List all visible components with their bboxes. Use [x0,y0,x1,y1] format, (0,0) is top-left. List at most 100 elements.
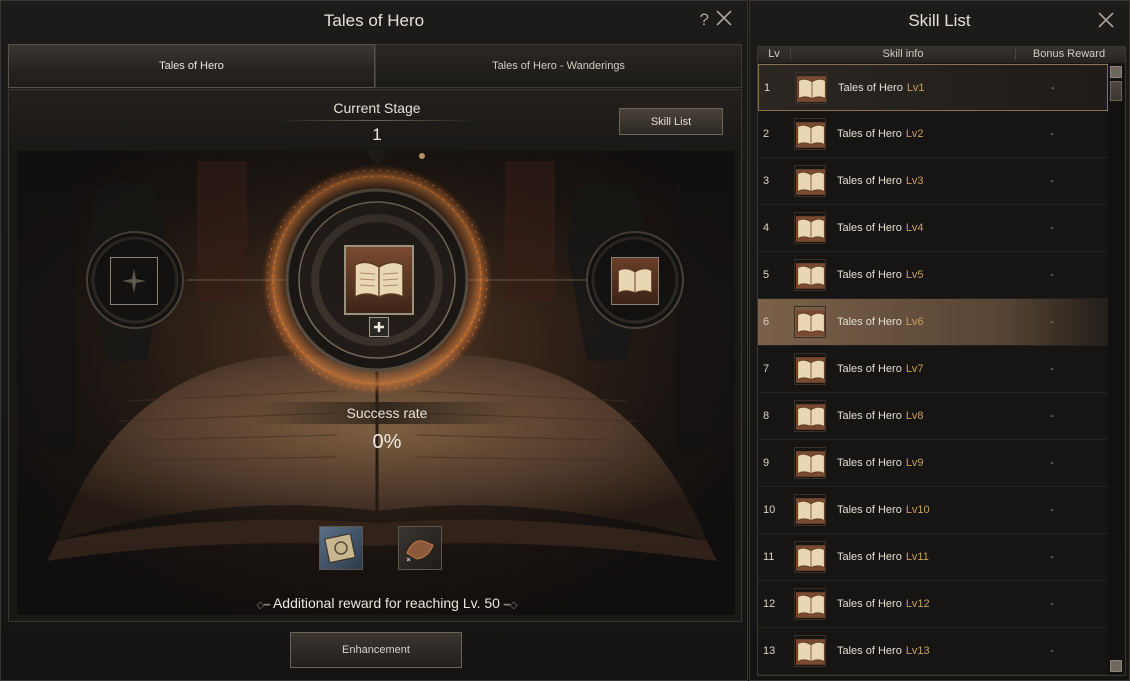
row-skill-name: Tales of Hero Lv3 [837,175,924,187]
tab-bar: Tales of Hero Tales of Hero - Wanderings [8,44,742,88]
help-icon[interactable]: ? [700,10,709,30]
skill-row[interactable]: 10 Tales of Hero Lv10 - [758,487,1108,534]
open-book-icon [794,118,826,150]
skill-row[interactable]: 6 Tales of Hero Lv6 - [758,299,1108,346]
row-level: 10 [763,504,776,516]
row-bonus-reward: - [1050,175,1054,187]
material-slot-1[interactable] [319,526,363,570]
skill-name: Tales of Hero [837,316,902,328]
open-book-icon [794,353,826,385]
skill-name: Tales of Hero [837,504,902,516]
open-book-icon [794,212,826,244]
skill-level-tag: Lv4 [905,222,924,234]
open-book-icon [794,588,826,620]
row-skill-name: Tales of Hero Lv4 [837,222,924,234]
open-book-icon [794,400,826,432]
skill-level-tag: Lv11 [905,551,929,563]
skill-row[interactable]: 11 Tales of Hero Lv11 - [758,534,1108,581]
current-stage-label: Current Stage [333,100,421,116]
skill-level-tag: Lv5 [905,269,924,281]
skill-row[interactable]: 5 Tales of Hero Lv5 - [758,252,1108,299]
additional-reward-label: Additional reward for reaching Lv. 50 [272,595,500,611]
row-skill-name: Tales of Hero Lv10 [837,504,930,516]
scrollbar[interactable] [1108,64,1124,674]
compass-star-icon [122,269,146,293]
row-bonus-reward: - [1050,598,1054,610]
plus-icon [374,322,384,332]
skill-level-tag: Lv7 [905,363,924,375]
row-bonus-reward: - [1050,128,1054,140]
row-bonus-reward: - [1050,410,1054,422]
previous-stage-slot[interactable] [110,257,158,305]
row-bonus-reward: - [1050,645,1054,657]
row-skill-name: Tales of Hero Lv8 [837,410,924,422]
enhancement-stone-icon [406,540,434,562]
title-bar: Tales of Hero [1,1,747,41]
add-material-button[interactable] [369,317,389,337]
row-bonus-reward: - [1050,551,1054,563]
skill-row[interactable]: 12 Tales of Hero Lv12 - [758,581,1108,628]
enhancement-panel: Current Stage 1 Skill List Success rate … [8,89,742,622]
row-skill-name: Tales of Hero Lv5 [837,269,924,281]
skill-row[interactable]: 2 Tales of Hero Lv2 - [758,111,1108,158]
skill-name: Tales of Hero [837,363,902,375]
skill-row[interactable]: 9 Tales of Hero Lv9 - [758,440,1108,487]
skill-level-tag: Lv2 [905,128,924,140]
open-book-icon [794,165,826,197]
enhancement-button[interactable]: Enhancement [290,632,462,668]
row-bonus-reward: - [1050,504,1054,516]
row-bonus-reward: - [1050,363,1054,375]
skill-level-tag: Lv13 [905,645,930,657]
window-title: Tales of Hero [323,11,425,30]
tab-label: Tales of Hero [159,60,224,72]
book-scene: Success rate 0% ◇━ Additional reward for… [17,151,735,615]
scroll-thumb[interactable] [1110,81,1122,101]
material-slot-2[interactable] [398,526,442,570]
open-book-icon [795,72,827,104]
row-level: 13 [763,645,776,657]
skill-row[interactable]: 4 Tales of Hero Lv4 - [758,205,1108,252]
tales-of-hero-window: Tales of Hero ? Tales of Hero Tales of H… [0,0,748,681]
open-book-icon [794,635,826,667]
open-book-icon [794,494,826,526]
skill-name: Tales of Hero [837,269,902,281]
next-stage-slot[interactable] [611,257,659,305]
success-rate-value: 0% [372,431,402,453]
diamond-ornament-icon: ━◇ [503,600,518,611]
close-icon[interactable] [1095,9,1117,31]
skill-rows: 1 Tales of Hero Lv1-2 Tales of Hero Lv2-3 Tal… [758,64,1108,675]
skill-row[interactable]: 3 Tales of Hero Lv3 - [758,158,1108,205]
row-skill-name: Tales of Hero Lv13 [837,645,930,657]
tab-tales-of-hero-wanderings[interactable]: Tales of Hero - Wanderings [375,44,742,88]
row-level: 12 [763,598,776,610]
row-level: 4 [763,222,770,234]
close-icon[interactable] [713,7,735,29]
skill-name: Tales of Hero [837,598,902,610]
skill-row[interactable]: 8 Tales of Hero Lv8 - [758,393,1108,440]
current-skill-slot[interactable] [344,245,414,315]
tab-tales-of-hero[interactable]: Tales of Hero [8,44,375,88]
skill-row[interactable]: 13 Tales of Hero Lv13 - [758,628,1108,675]
row-level: 9 [763,457,770,469]
open-book-icon [794,447,826,479]
row-skill-name: Tales of Hero Lv7 [837,363,924,375]
skill-level-tag: Lv9 [905,457,924,469]
row-skill-name: Tales of Hero Lv9 [837,457,924,469]
skill-level-tag: Lv12 [905,598,930,610]
row-bonus-reward: - [1050,457,1054,469]
scroll-down-icon[interactable] [1110,660,1122,672]
skill-list-window: Skill List Lv Skill info Bonus Reward 1 T… [749,0,1130,681]
skill-list-button[interactable]: Skill List [619,108,723,135]
row-skill-name: Tales of Hero Lv11 [837,551,929,563]
skill-name: Tales of Hero [837,175,902,187]
column-lv: Lv [768,48,780,60]
skill-row[interactable]: 1 Tales of Hero Lv1 - [758,64,1108,111]
row-bonus-reward: - [1050,316,1054,328]
row-level: 2 [763,128,770,140]
scroll-up-icon[interactable] [1110,66,1122,78]
row-level: 8 [763,410,770,422]
row-skill-name: Tales of Hero Lv6 [837,316,924,328]
skill-list: Lv Skill info Bonus Reward 1 Tales of Her… [757,46,1126,676]
skill-row[interactable]: 7 Tales of Hero Lv7 - [758,346,1108,393]
row-level: 6 [763,316,770,328]
